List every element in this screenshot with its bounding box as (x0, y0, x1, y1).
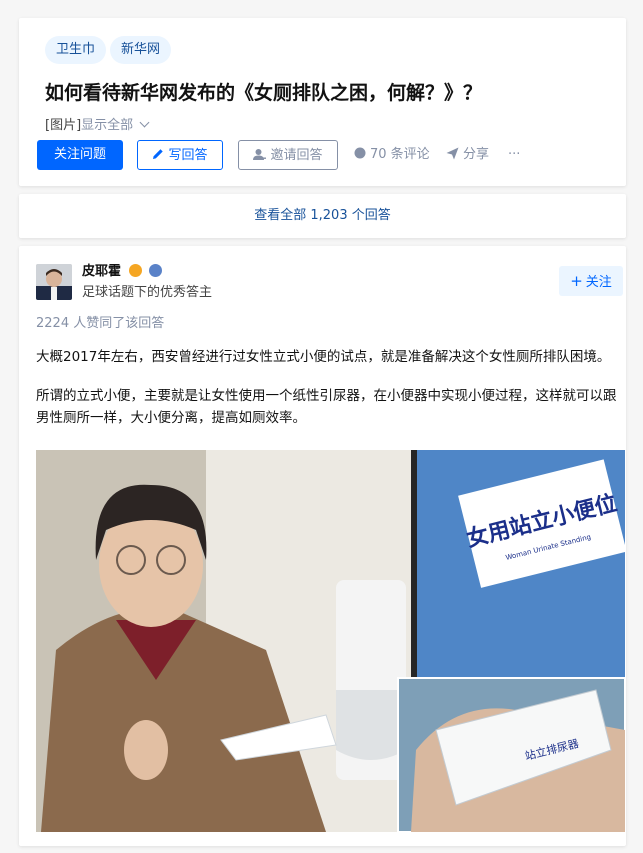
answer-paragraph: 所谓的立式小便，主要就是让女性使用一个纸性引尿器，在小便器中实现小便过程，这样就… (36, 388, 617, 426)
comments-count: 70 条评论 (370, 147, 430, 162)
answer-paragraph: 大概2017年左右，西安曾经进行过女性立式小便的试点，就是准备解决这个女性厕所排… (36, 349, 611, 365)
chevron-down-icon (139, 117, 150, 128)
invite-user-icon (253, 149, 267, 160)
comment-icon (354, 147, 366, 159)
share-label: 分享 (463, 147, 490, 162)
excerpt-image-placeholder: [图片] (45, 118, 82, 133)
share-button[interactable]: 分享 (446, 140, 489, 170)
invite-answer-label: 邀请回答 (270, 148, 323, 163)
answer-card: 皮耶霍 足球话题下的优秀答主 + 关注 2224 人赞同了该回答 大概2017年左… (19, 246, 626, 846)
topic-tag-sanitary-pad[interactable]: 卫生巾 (45, 36, 107, 64)
gold-badge-icon[interactable] (128, 264, 142, 277)
question-excerpt[interactable]: [图片]显示全部 (45, 114, 150, 133)
question-card: 卫生巾 新华网 如何看待新华网发布的《女厕排队之困，何解？》？ [图片]显示全部… (19, 18, 626, 186)
write-answer-label: 写回答 (168, 148, 208, 163)
follow-question-button[interactable]: 关注问题 (37, 140, 123, 170)
comments-button[interactable]: 70 条评论 (354, 140, 430, 170)
question-title[interactable]: 如何看待新华网发布的《女厕排队之困，何解？》？ (45, 78, 482, 105)
author-name-row: 皮耶霍 (82, 260, 163, 279)
invite-answer-button[interactable]: 邀请回答 (238, 140, 338, 170)
author-name[interactable]: 皮耶霍 (82, 264, 121, 279)
view-all-answers-card: 查看全部 1,203 个回答 (19, 194, 626, 238)
topic-tag-xinhua[interactable]: 新华网 (110, 36, 172, 64)
follow-author-label: 关注 (585, 275, 612, 290)
vote-count: 2224 人赞同了该回答 (36, 316, 165, 331)
verified-badge-icon[interactable] (149, 264, 163, 277)
follow-author-button[interactable]: + 关注 (559, 266, 623, 296)
show-all-link[interactable]: 显示全部 (81, 118, 133, 133)
write-answer-button[interactable]: 写回答 (137, 140, 223, 170)
answer-photo-illustration: 女用站立小便位 Woman Urinate Standing 站立排尿器 (36, 450, 625, 832)
plus-icon: + (570, 272, 583, 290)
pencil-icon (153, 149, 164, 159)
share-icon (446, 147, 459, 160)
answer-photo[interactable]: 女用站立小便位 Woman Urinate Standing 站立排尿器 (36, 450, 625, 832)
author-description: 足球话题下的优秀答主 (82, 285, 213, 300)
more-options-button[interactable]: ··· (508, 140, 520, 170)
avatar-image (36, 264, 72, 300)
view-all-answers-link[interactable]: 查看全部 1,203 个回答 (19, 194, 626, 238)
avatar[interactable] (36, 264, 72, 300)
